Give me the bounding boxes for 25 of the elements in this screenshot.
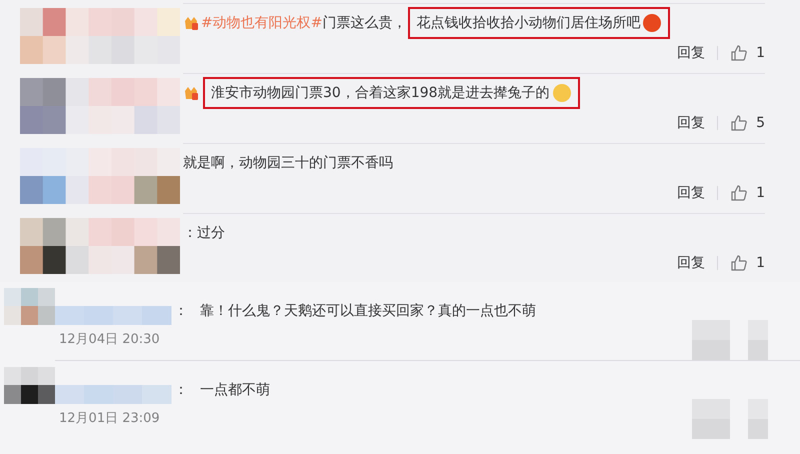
comment-text: 一点都不萌 — [200, 381, 270, 399]
reply-text: 淮安市动物园门票30，合着这家198就是进去撵兔子的 — [211, 84, 550, 102]
like-count: 1 — [756, 45, 765, 61]
like-count: 5 — [756, 115, 765, 131]
comment-time: 12月01日 23:09 — [59, 410, 161, 427]
reply-link[interactable]: 回复 — [677, 44, 706, 62]
like-count: 1 — [756, 185, 765, 201]
thumbs-up-icon[interactable] — [730, 44, 748, 62]
reply-link[interactable]: 回复 — [677, 114, 706, 132]
reply-text: ：过分 — [183, 224, 225, 242]
reply-text: 就是啊，动物园三十的门票不香吗 — [183, 154, 393, 172]
name-separator: ： — [174, 381, 188, 399]
comment-time: 12月04日 20:30 — [59, 331, 161, 348]
reply-text: 花点钱收拾收拾小动物们居住场所吧 — [416, 14, 640, 32]
thumbs-up-icon[interactable] — [730, 114, 748, 132]
thumbs-up-icon[interactable] — [730, 254, 748, 272]
comment-text: 靠！什么鬼？天鹅还可以直接买回家？真的一点也不萌 — [200, 302, 536, 320]
name-separator: ： — [174, 302, 188, 320]
emoji-icon — [642, 13, 662, 33]
reply-link[interactable]: 回复 — [677, 254, 706, 272]
reply-text: 门票这么贵， — [322, 14, 406, 32]
emoji-icon — [552, 83, 572, 103]
thumbs-up-icon[interactable] — [730, 184, 748, 202]
reply-link[interactable]: 回复 — [677, 184, 706, 202]
like-count: 1 — [756, 255, 765, 271]
